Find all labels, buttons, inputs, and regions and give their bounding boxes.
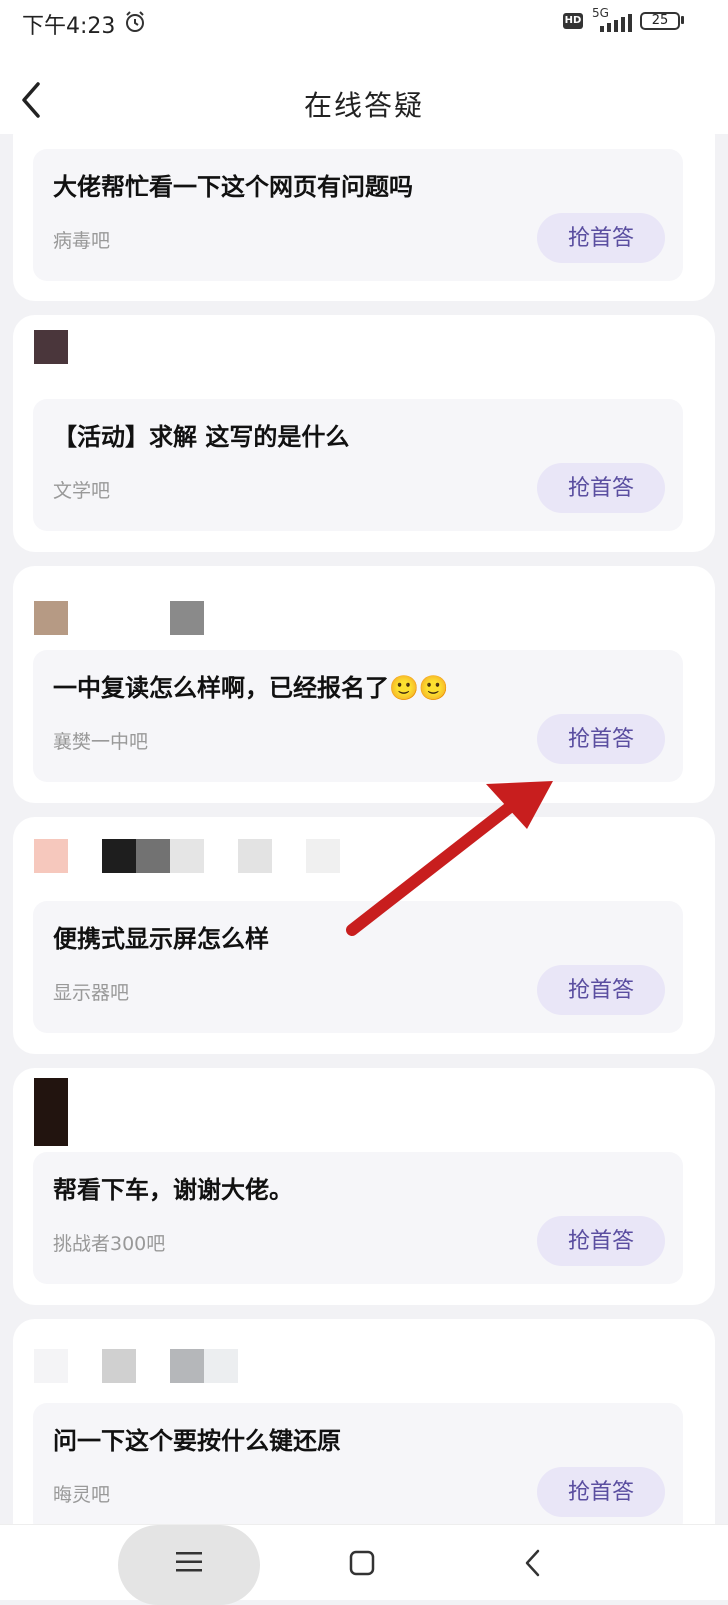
- forum-name[interactable]: 挑战者300吧: [53, 1229, 165, 1256]
- back-icon[interactable]: [523, 1548, 543, 1578]
- blurred-username: [204, 1349, 238, 1383]
- question-title[interactable]: 【活动】求解 这写的是什么: [53, 417, 349, 452]
- blurred-username: [102, 839, 136, 873]
- forum-name[interactable]: 襄樊一中吧: [53, 727, 148, 754]
- signal-icon: [600, 14, 632, 32]
- blurred-username: [170, 1349, 204, 1383]
- page-title: 在线答疑: [303, 89, 424, 122]
- question-inner[interactable]: 大佬帮忙看一下这个网页有问题吗 病毒吧 抢首答: [33, 149, 683, 281]
- blurred-username: [170, 601, 204, 635]
- status-time: 下午4:23: [22, 14, 116, 39]
- blurred-username: [238, 839, 272, 873]
- avatar: [34, 1078, 68, 1146]
- forum-name[interactable]: 文学吧: [53, 476, 110, 503]
- top-bar: 在线答疑: [0, 48, 728, 134]
- question-title[interactable]: 大佬帮忙看一下这个网页有问题吗: [53, 167, 413, 202]
- battery-icon: 25: [640, 12, 680, 30]
- answer-first-button[interactable]: 抢首答: [537, 965, 665, 1015]
- answer-first-button[interactable]: 抢首答: [537, 1467, 665, 1517]
- forum-name[interactable]: 显示器吧: [53, 978, 129, 1005]
- question-card[interactable]: 一中复读怎么样啊，已经报名了🙂🙂 襄樊一中吧 抢首答: [13, 566, 715, 803]
- question-title[interactable]: 便携式显示屏怎么样: [53, 919, 269, 954]
- question-title[interactable]: 一中复读怎么样啊，已经报名了🙂🙂: [53, 668, 449, 703]
- avatar: [34, 839, 68, 873]
- question-inner[interactable]: 问一下这个要按什么键还原 晦灵吧 抢首答: [33, 1403, 683, 1524]
- blurred-username: [102, 1349, 136, 1383]
- question-inner[interactable]: 帮看下车，谢谢大佬。 挑战者300吧 抢首答: [33, 1152, 683, 1284]
- battery-tip: [681, 16, 684, 24]
- forum-name[interactable]: 晦灵吧: [53, 1480, 110, 1507]
- status-bar: 下午4:23 HD 5G 25: [0, 0, 728, 48]
- home-icon[interactable]: [349, 1550, 375, 1576]
- avatar: [34, 330, 68, 364]
- system-nav-bar: [0, 1524, 728, 1605]
- blurred-username: [170, 839, 204, 873]
- forum-name[interactable]: 病毒吧: [53, 226, 110, 253]
- blurred-username: [306, 839, 340, 873]
- alarm-icon: [126, 11, 144, 32]
- question-title[interactable]: 问一下这个要按什么键还原: [53, 1421, 341, 1456]
- answer-first-button[interactable]: 抢首答: [537, 714, 665, 764]
- answer-first-button[interactable]: 抢首答: [537, 213, 665, 263]
- question-card[interactable]: 大佬帮忙看一下这个网页有问题吗 病毒吧 抢首答: [13, 134, 715, 301]
- question-feed[interactable]: 大佬帮忙看一下这个网页有问题吗 病毒吧 抢首答 【活动】求解 这写的是什么 文学…: [0, 134, 728, 1524]
- answer-first-button[interactable]: 抢首答: [537, 1216, 665, 1266]
- question-card[interactable]: 帮看下车，谢谢大佬。 挑战者300吧 抢首答: [13, 1068, 715, 1305]
- question-inner[interactable]: 一中复读怎么样啊，已经报名了🙂🙂 襄樊一中吧 抢首答: [33, 650, 683, 782]
- question-title[interactable]: 帮看下车，谢谢大佬。: [53, 1170, 293, 1205]
- question-card[interactable]: 便携式显示屏怎么样 显示器吧 抢首答: [13, 817, 715, 1054]
- answer-first-button[interactable]: 抢首答: [537, 463, 665, 513]
- question-card[interactable]: 问一下这个要按什么键还原 晦灵吧 抢首答: [13, 1319, 715, 1524]
- blurred-username: [136, 839, 170, 873]
- question-card[interactable]: 【活动】求解 这写的是什么 文学吧 抢首答: [13, 315, 715, 552]
- hd-icon: HD: [563, 13, 583, 29]
- question-inner[interactable]: 【活动】求解 这写的是什么 文学吧 抢首答: [33, 399, 683, 531]
- avatar: [34, 1349, 68, 1383]
- menu-icon[interactable]: [176, 1551, 202, 1573]
- avatar: [34, 601, 68, 635]
- question-inner[interactable]: 便携式显示屏怎么样 显示器吧 抢首答: [33, 901, 683, 1033]
